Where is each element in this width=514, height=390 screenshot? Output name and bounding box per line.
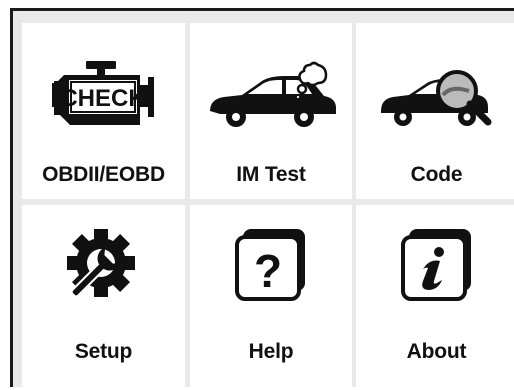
menu-label-about: About bbox=[406, 340, 467, 363]
car-magnifier-icon bbox=[356, 61, 514, 133]
check-engine-text: CHECK bbox=[60, 85, 146, 112]
svg-text:?: ? bbox=[254, 245, 282, 297]
info-icon bbox=[356, 227, 514, 303]
question-mark-icon: ? bbox=[190, 227, 352, 303]
menu-tile-setup[interactable]: Setup bbox=[22, 205, 185, 390]
menu-tile-im-test[interactable]: IM Test bbox=[190, 23, 352, 199]
check-engine-icon: CHECK bbox=[22, 61, 185, 133]
menu-tile-code[interactable]: Code bbox=[356, 23, 514, 199]
car-thought-bubble-icon bbox=[190, 61, 352, 133]
menu-label-help: Help bbox=[248, 340, 294, 363]
menu-tile-obdii-eobd[interactable]: CHECK OBDII/EOBD bbox=[22, 23, 185, 199]
menu-label-setup: Setup bbox=[74, 340, 133, 363]
menu-label-code: Code bbox=[410, 163, 463, 186]
main-menu-screen: CHECK OBDII/EOBD IM Test Code Setup ? He… bbox=[10, 8, 514, 390]
menu-label-obdii-eobd: OBDII/EOBD bbox=[42, 163, 165, 186]
menu-tile-about[interactable]: About bbox=[356, 205, 514, 390]
menu-label-im-test: IM Test bbox=[236, 163, 306, 186]
menu-tile-help[interactable]: ? Help bbox=[190, 205, 352, 390]
gear-wrench-icon bbox=[22, 227, 185, 303]
